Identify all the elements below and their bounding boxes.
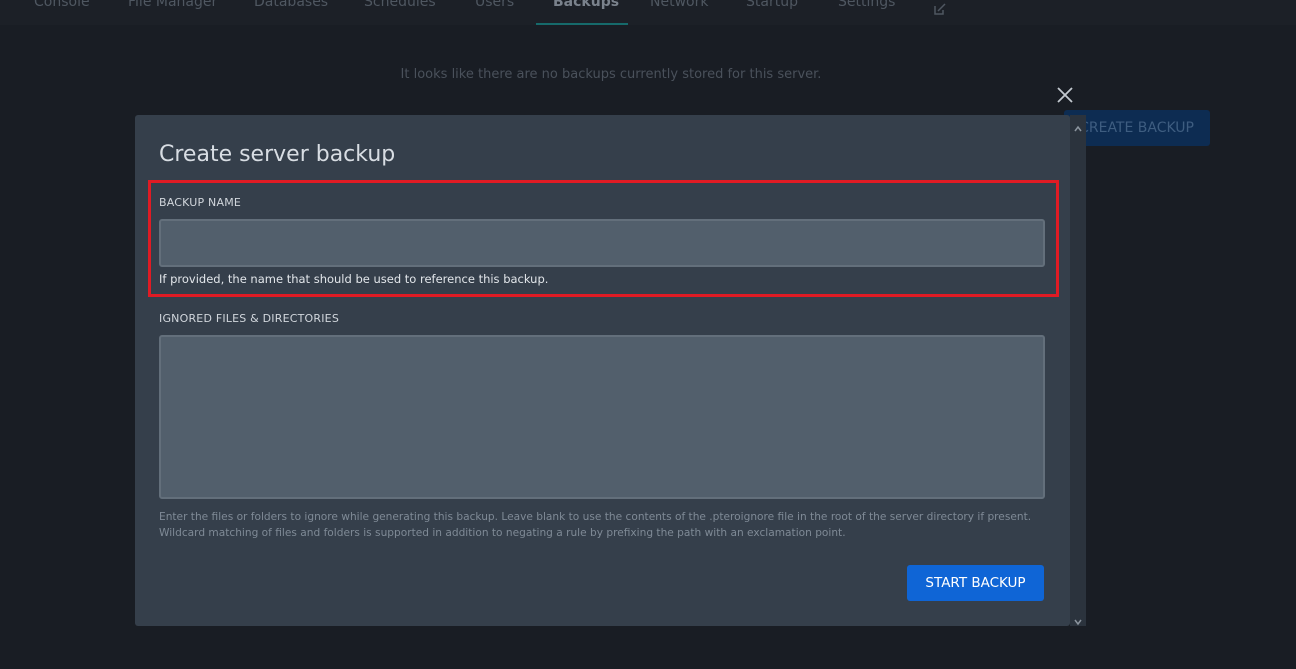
nav-tab-network[interactable]: Network <box>650 0 708 10</box>
ignored-files-label: IGNORED FILES & DIRECTORIES <box>159 312 340 325</box>
scroll-up-icon[interactable] <box>1073 119 1083 132</box>
server-navbar: Console File Manager Databases Schedules… <box>0 0 1296 25</box>
nav-tab-file-manager[interactable]: File Manager <box>128 0 217 10</box>
nav-tab-schedules[interactable]: Schedules <box>364 0 436 10</box>
nav-tab-startup[interactable]: Startup <box>746 0 798 10</box>
close-icon[interactable] <box>1056 86 1074 104</box>
external-edit-icon[interactable] <box>934 0 946 15</box>
create-backup-modal: Create server backup BACKUP NAME If prov… <box>135 115 1070 626</box>
nav-tab-console[interactable]: Console <box>34 0 90 10</box>
ignored-files-textarea[interactable] <box>159 335 1045 499</box>
nav-tab-users[interactable]: Users <box>475 0 514 10</box>
modal-scrollbar[interactable] <box>1070 115 1086 626</box>
nav-tab-databases[interactable]: Databases <box>254 0 328 10</box>
backup-name-input[interactable] <box>159 219 1045 267</box>
backup-name-label: BACKUP NAME <box>159 196 242 209</box>
start-backup-button[interactable]: START BACKUP <box>907 565 1044 601</box>
nav-tab-backups[interactable]: Backups <box>553 0 619 10</box>
backup-name-helper: If provided, the name that should be use… <box>159 272 549 286</box>
no-backups-message: It looks like there are no backups curre… <box>400 67 822 82</box>
ignored-files-helper: Enter the files or folders to ignore whi… <box>159 511 1032 539</box>
nav-active-indicator <box>536 23 628 25</box>
scroll-down-icon[interactable] <box>1073 612 1083 626</box>
modal-title: Create server backup <box>159 142 396 167</box>
nav-tab-settings[interactable]: Settings <box>838 0 895 10</box>
